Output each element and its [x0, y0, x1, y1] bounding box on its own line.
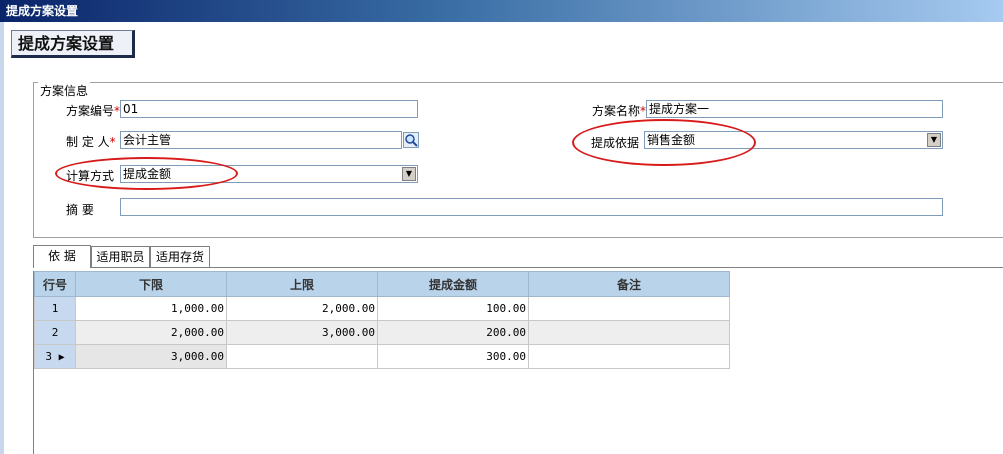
cell-lower[interactable]: 1,000.00: [75, 296, 227, 321]
row-number-value: 3: [45, 350, 52, 363]
cell-upper[interactable]: 2,000.00: [226, 296, 378, 321]
col-header-upper[interactable]: 上限: [226, 271, 378, 297]
summary-label: 摘 要: [66, 203, 94, 217]
header-area: [4, 22, 1003, 82]
table-header-row: 行号 下限 上限 提成金额 备注: [34, 271, 730, 297]
cell-lower[interactable]: 3,000.00: [75, 344, 227, 369]
col-header-lower[interactable]: 下限: [75, 271, 227, 297]
commission-table: 行号 下限 上限 提成金额 备注 1 1,000.00 2,000.00 100…: [34, 271, 730, 369]
basis-label: 提成依据: [591, 136, 640, 150]
cell-amount[interactable]: 100.00: [377, 296, 529, 321]
table-row-current[interactable]: 3 ▶ 3,000.00 300.00: [34, 344, 730, 369]
tab-strip-line: [33, 267, 1003, 268]
row-number[interactable]: 2: [34, 320, 76, 345]
calc-method-label: 计算方式: [66, 169, 115, 183]
page-title: 提成方案设置: [11, 30, 135, 58]
chevron-down-icon: ▼: [930, 135, 938, 144]
maker-lookup-button[interactable]: [403, 132, 419, 148]
required-mark: *: [109, 135, 116, 149]
tab-applicable-staff[interactable]: 适用职员: [91, 246, 150, 267]
cell-note[interactable]: [528, 344, 730, 369]
tab-basis[interactable]: 依 据: [33, 245, 91, 268]
magnifier-icon: [405, 134, 418, 147]
col-header-note[interactable]: 备注: [528, 271, 730, 297]
scheme-code-label: 方案编号*: [66, 104, 121, 118]
cell-upper[interactable]: 3,000.00: [226, 320, 378, 345]
col-header-amount[interactable]: 提成金额: [377, 271, 529, 297]
summary-input[interactable]: [120, 198, 943, 216]
current-row-pointer-icon: ▶: [58, 352, 65, 363]
maker-label: 制 定 人*: [66, 135, 116, 149]
cell-note[interactable]: [528, 320, 730, 345]
scheme-info-legend: 方案信息: [38, 82, 91, 99]
row-number-current[interactable]: 3 ▶: [34, 344, 76, 369]
cell-note[interactable]: [528, 296, 730, 321]
calc-method-select[interactable]: 提成金额: [120, 165, 418, 183]
cell-amount[interactable]: 300.00: [377, 344, 529, 369]
left-strip: [0, 22, 4, 454]
cell-lower[interactable]: 2,000.00: [75, 320, 227, 345]
scheme-code-input[interactable]: 01: [120, 100, 418, 118]
scheme-name-input[interactable]: 提成方案一: [646, 100, 943, 118]
maker-input[interactable]: 会计主管: [120, 131, 402, 149]
cell-upper[interactable]: [226, 344, 378, 369]
calc-method-dropdown-button[interactable]: ▼: [402, 167, 416, 181]
table-row[interactable]: 2 2,000.00 3,000.00 200.00: [34, 320, 730, 345]
window-title: 提成方案设置: [0, 0, 1003, 22]
commission-grid: 行号 下限 上限 提成金额 备注 1 1,000.00 2,000.00 100…: [33, 271, 1003, 454]
scheme-name-label: 方案名称*: [592, 104, 647, 118]
chevron-down-icon: ▼: [405, 169, 413, 178]
tab-applicable-stock[interactable]: 适用存货: [150, 246, 210, 267]
basis-select[interactable]: 销售金额: [644, 131, 943, 149]
row-number[interactable]: 1: [34, 296, 76, 321]
table-row[interactable]: 1 1,000.00 2,000.00 100.00: [34, 296, 730, 321]
col-header-row-no[interactable]: 行号: [34, 271, 76, 297]
basis-dropdown-button[interactable]: ▼: [927, 133, 941, 147]
cell-amount[interactable]: 200.00: [377, 320, 529, 345]
